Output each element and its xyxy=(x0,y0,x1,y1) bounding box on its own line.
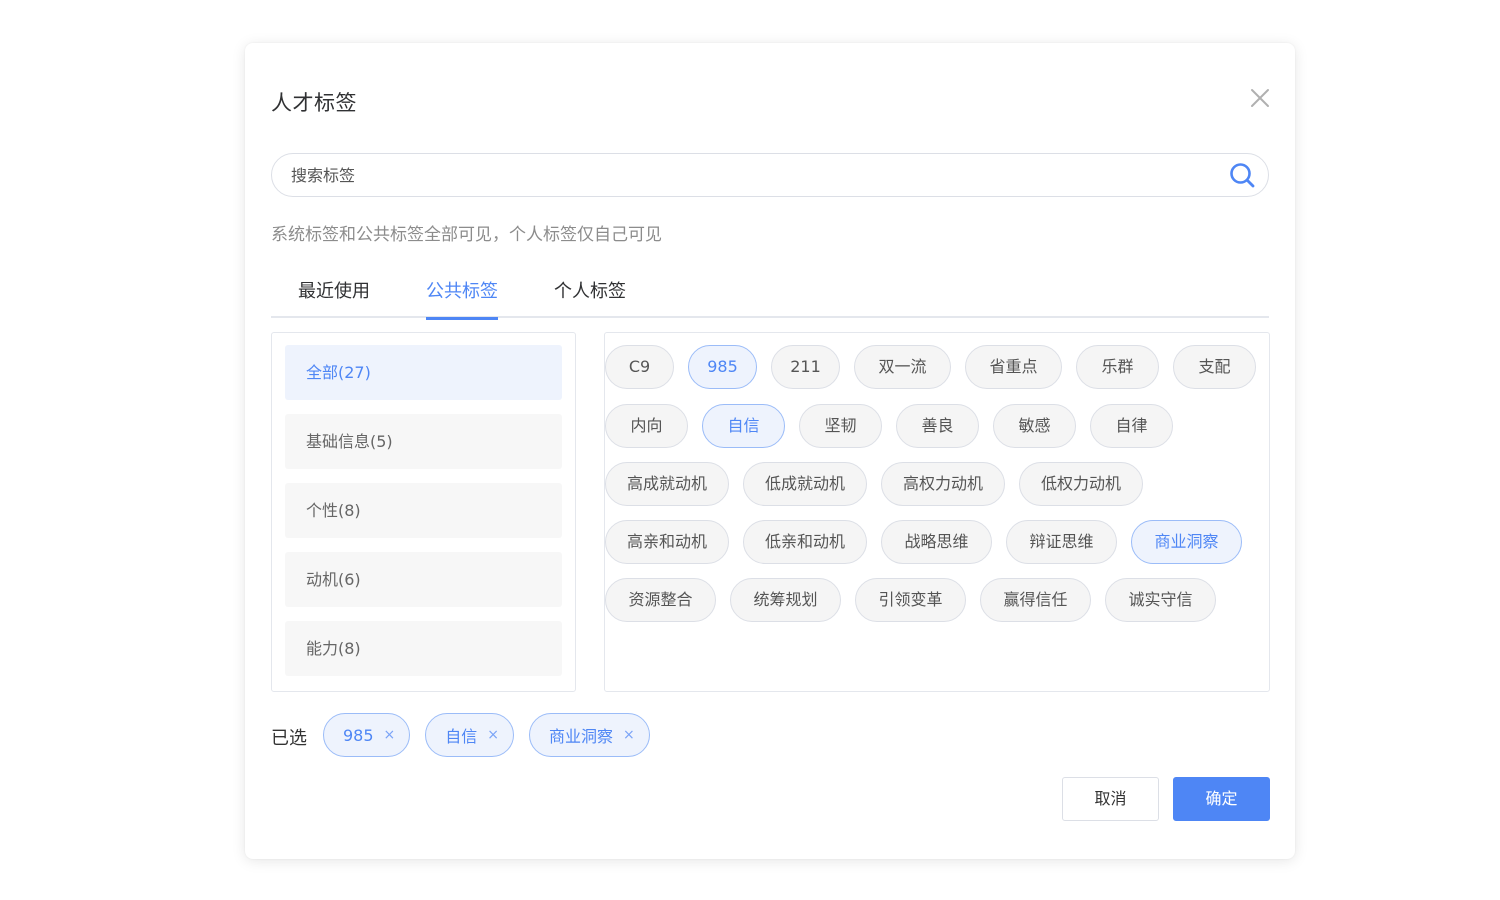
tag-option[interactable]: 内向 xyxy=(605,404,688,448)
tab-recent[interactable]: 最近使用 xyxy=(298,273,370,318)
tag-option[interactable]: 引领变革 xyxy=(855,578,966,622)
tag-option[interactable]: 自律 xyxy=(1090,404,1173,448)
tag-option[interactable]: 高亲和动机 xyxy=(605,520,729,564)
selected-label: 已选 xyxy=(271,728,307,749)
tag-option[interactable]: 资源整合 xyxy=(605,578,716,622)
tag-option[interactable]: 坚韧 xyxy=(799,404,882,448)
confirm-button[interactable]: 确定 xyxy=(1173,777,1270,821)
category-personality[interactable]: 个性(8) xyxy=(285,483,562,538)
tag-panel: C9 985 211 双一流 省重点 乐群 支配 内向 自信 坚韧 善良 敏感 … xyxy=(604,332,1270,692)
tag-option[interactable]: 乐群 xyxy=(1076,345,1159,389)
tag-option[interactable]: 自信 xyxy=(702,404,785,448)
tag-option[interactable]: 商业洞察 xyxy=(1131,520,1242,564)
tag-option[interactable]: 985 xyxy=(688,345,757,389)
tag-option[interactable]: 低权力动机 xyxy=(1019,462,1143,506)
tab-personal[interactable]: 个人标签 xyxy=(554,273,626,318)
tag-option[interactable]: 高权力动机 xyxy=(881,462,1005,506)
selected-chip: 985 × xyxy=(323,713,411,757)
cancel-button[interactable]: 取消 xyxy=(1062,777,1159,821)
remove-icon[interactable]: × xyxy=(623,727,635,743)
tag-option[interactable]: 统筹规划 xyxy=(730,578,841,622)
chip-label: 985 xyxy=(343,725,374,745)
tag-option[interactable]: 双一流 xyxy=(854,345,951,389)
chip-label: 自信 xyxy=(445,727,478,746)
remove-icon[interactable]: × xyxy=(487,727,499,743)
chip-label: 商业洞察 xyxy=(549,727,614,746)
tag-option[interactable]: 战略思维 xyxy=(881,520,992,564)
tag-option[interactable]: C9 xyxy=(605,345,674,389)
tag-row: 高成就动机 低成就动机 高权力动机 低权力动机 xyxy=(605,462,1157,506)
search-icon[interactable] xyxy=(1228,161,1256,189)
selected-chip: 自信 × xyxy=(425,713,515,757)
tag-option[interactable]: 善良 xyxy=(896,404,979,448)
tag-option[interactable]: 支配 xyxy=(1173,345,1256,389)
category-all[interactable]: 全部(27) xyxy=(285,345,562,400)
selected-tags: 已选 985 × 自信 × 商业洞察 × xyxy=(271,713,665,757)
category-ability[interactable]: 能力(8) xyxy=(285,621,562,676)
tag-option[interactable]: 辩证思维 xyxy=(1006,520,1117,564)
tag-option[interactable]: 诚实守信 xyxy=(1105,578,1216,622)
tab-public[interactable]: 公共标签 xyxy=(426,273,498,320)
selected-chip: 商业洞察 × xyxy=(529,713,650,757)
tag-row: 高亲和动机 低亲和动机 战略思维 辩证思维 商业洞察 xyxy=(605,520,1242,564)
tag-option[interactable]: 敏感 xyxy=(993,404,1076,448)
search-box xyxy=(271,153,1269,197)
category-motivation[interactable]: 动机(6) xyxy=(285,552,562,607)
talent-tag-dialog: 人才标签 系统标签和公共标签全部可见，个人标签仅自己可见 最近使用 公共标签 个… xyxy=(245,43,1295,859)
tab-bar: 最近使用 公共标签 个人标签 xyxy=(271,273,1269,320)
dialog-title: 人才标签 xyxy=(271,91,357,115)
tag-option[interactable]: 省重点 xyxy=(965,345,1062,389)
tag-option[interactable]: 高成就动机 xyxy=(605,462,729,506)
search-input[interactable] xyxy=(291,165,1228,185)
tag-option[interactable]: 赢得信任 xyxy=(980,578,1091,622)
tag-option[interactable]: 低亲和动机 xyxy=(743,520,867,564)
category-list: 全部(27) 基础信息(5) 个性(8) 动机(6) 能力(8) xyxy=(271,332,576,692)
close-icon[interactable] xyxy=(1247,85,1273,111)
tag-option[interactable]: 低成就动机 xyxy=(743,462,867,506)
tag-row: 内向 自信 坚韧 善良 敏感 自律 xyxy=(605,404,1187,448)
tag-row: 资源整合 统筹规划 引领变革 赢得信任 诚实守信 xyxy=(605,578,1230,622)
remove-icon[interactable]: × xyxy=(384,727,396,743)
visibility-hint: 系统标签和公共标签全部可见，个人标签仅自己可见 xyxy=(271,225,662,245)
tag-option[interactable]: 211 xyxy=(771,345,840,389)
category-basic-info[interactable]: 基础信息(5) xyxy=(285,414,562,469)
tag-row: C9 985 211 双一流 省重点 乐群 支配 xyxy=(605,345,1256,389)
